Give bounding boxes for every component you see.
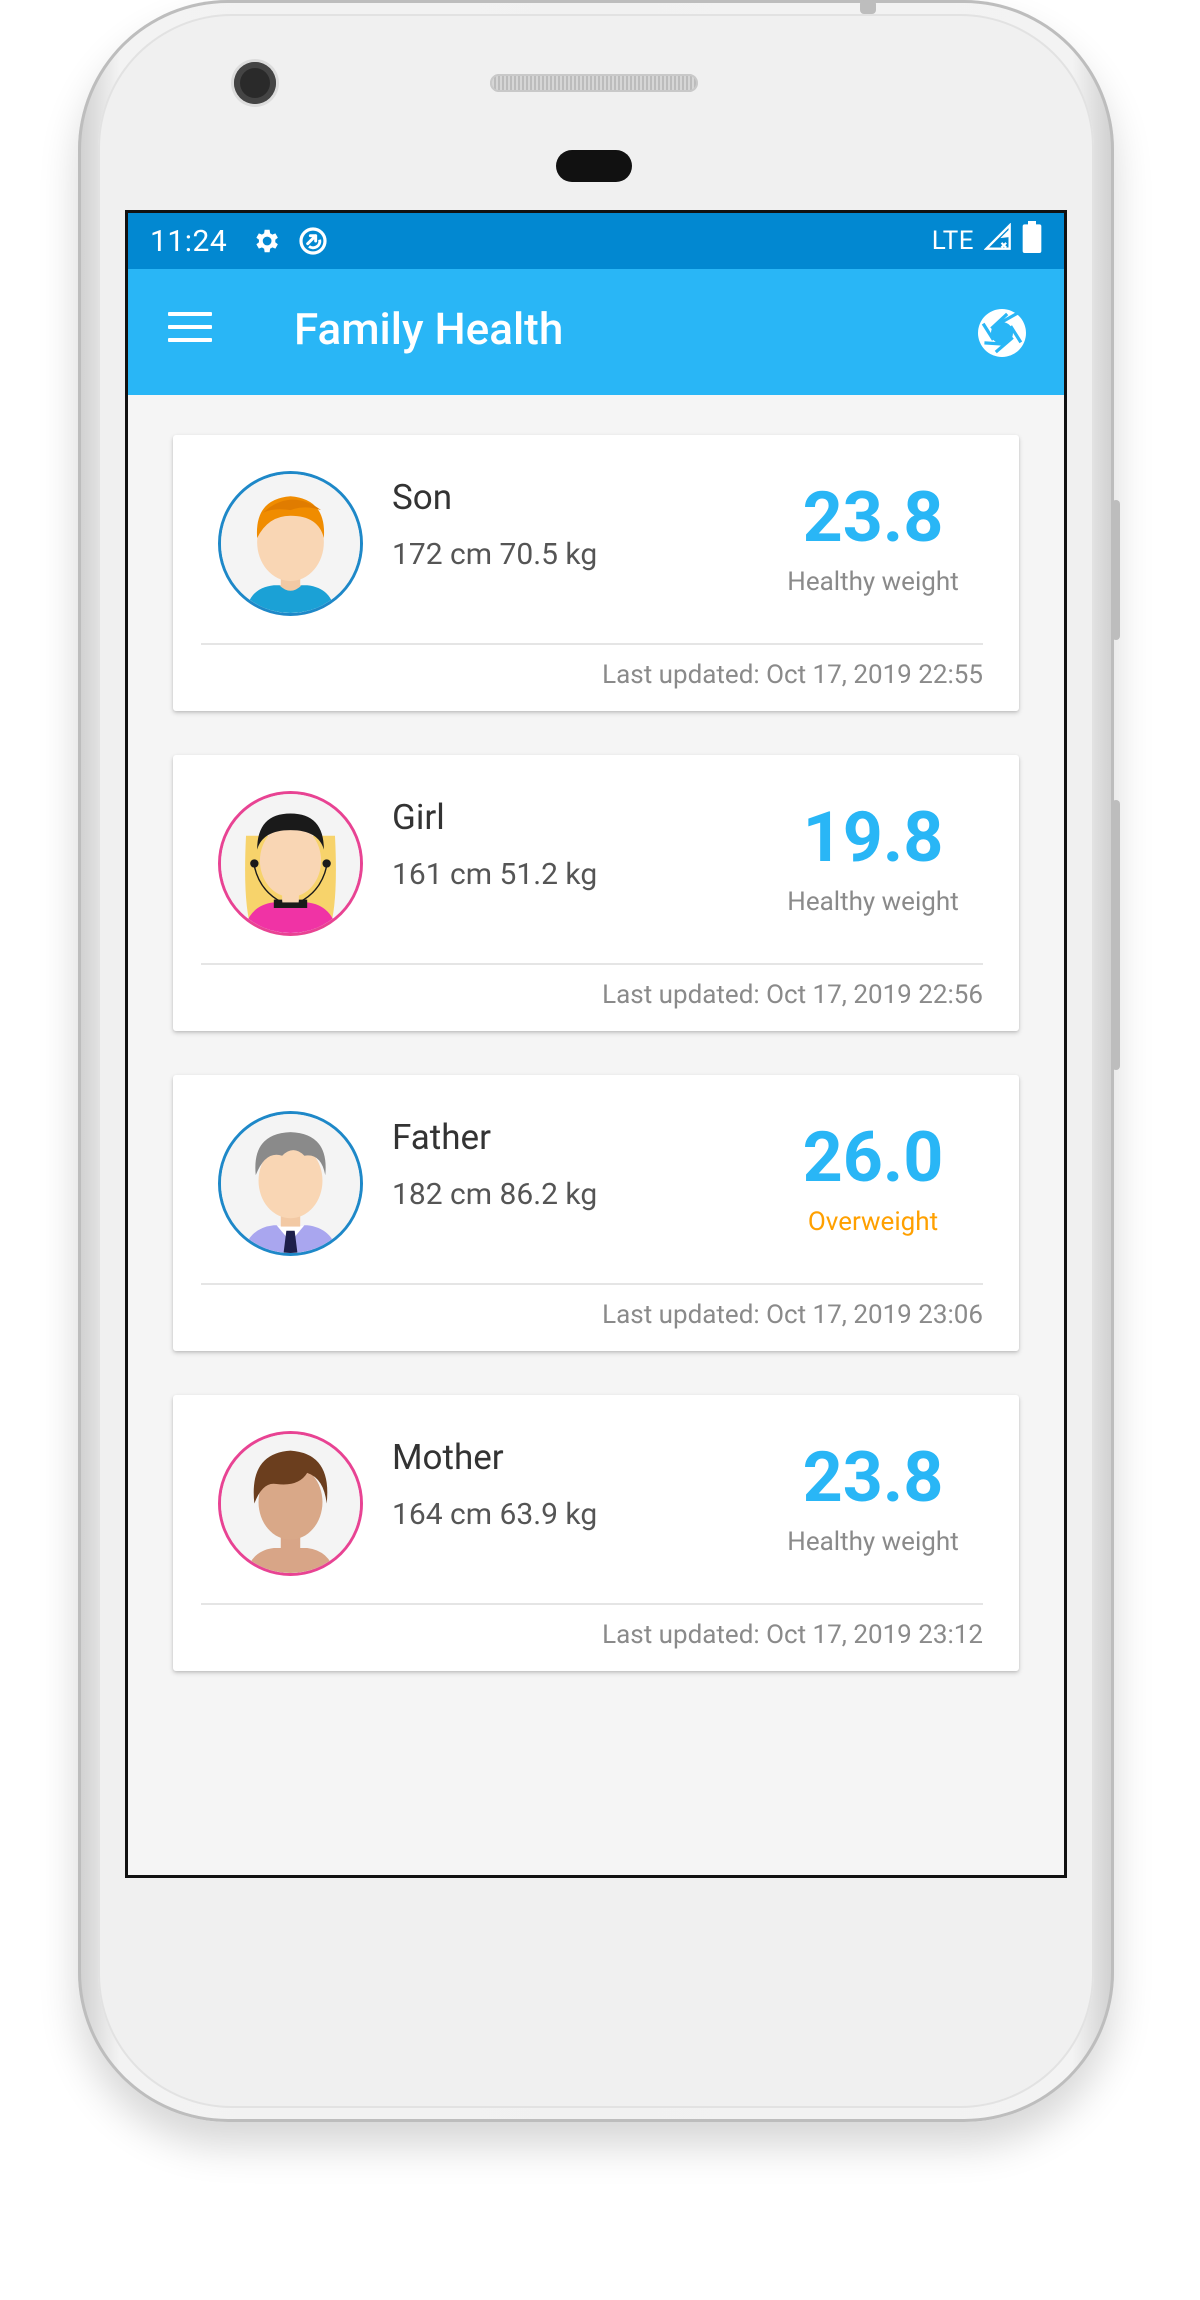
status-time: 11:24 — [150, 223, 228, 259]
last-updated: Last updated: Oct 17, 2019 22:55 — [602, 660, 983, 690]
member-stats: 172 cm 70.5 kg — [392, 537, 598, 572]
bmi-block: 23.8 Healthy weight — [763, 1443, 983, 1557]
weight-status: Healthy weight — [787, 887, 959, 917]
network-type: LTE — [931, 226, 974, 256]
last-updated: Last updated: Oct 17, 2019 23:06 — [602, 1300, 983, 1330]
camera-shutter-icon — [978, 309, 1026, 357]
battery-icon — [1022, 221, 1042, 261]
member-stats: 182 cm 86.2 kg — [392, 1177, 598, 1212]
proximity-sensor — [556, 150, 632, 182]
page-title: Family Health — [294, 303, 564, 355]
bmi-block: 19.8 Healthy weight — [763, 803, 983, 917]
divider — [201, 643, 983, 645]
divider — [201, 1283, 983, 1285]
bmi-block: 26.0 Overweight — [763, 1123, 983, 1237]
bmi-value: 26.0 — [802, 1117, 944, 1199]
member-list: Son 172 cm 70.5 kg 23.8 Healthy weight L… — [128, 395, 1064, 1671]
avatar-father — [218, 1111, 363, 1256]
member-card-girl[interactable]: Girl 161 cm 51.2 kg 19.8 Healthy weight … — [173, 755, 1019, 1031]
member-stats: 164 cm 63.9 kg — [392, 1497, 598, 1532]
member-card-son[interactable]: Son 172 cm 70.5 kg 23.8 Healthy weight L… — [173, 435, 1019, 711]
bmi-value: 19.8 — [802, 797, 944, 879]
menu-icon — [168, 312, 212, 342]
menu-button[interactable] — [168, 312, 212, 352]
bmi-block: 23.8 Healthy weight — [763, 483, 983, 597]
divider — [201, 963, 983, 965]
front-camera — [234, 62, 276, 104]
earpiece-speaker — [490, 74, 698, 92]
sync-icon — [297, 225, 329, 257]
bmi-value: 23.8 — [802, 1437, 944, 1519]
member-card-father[interactable]: Father 182 cm 86.2 kg 26.0 Overweight La… — [173, 1075, 1019, 1351]
volume-button — [1112, 500, 1120, 640]
signal-icon — [983, 222, 1012, 259]
member-name: Son — [392, 477, 453, 518]
gear-icon — [251, 226, 281, 256]
app-bar: Family Health — [128, 269, 1064, 395]
status-bar: 11:24 LTE — [128, 213, 1064, 269]
avatar-mother — [218, 1431, 363, 1576]
member-name: Father — [392, 1117, 491, 1158]
phone-screen: 11:24 LTE Family Health Son 172 cm 70.5 … — [125, 210, 1067, 1878]
last-updated: Last updated: Oct 17, 2019 22:56 — [602, 980, 983, 1010]
bmi-value: 23.8 — [802, 477, 944, 559]
member-name: Girl — [392, 797, 445, 838]
divider — [201, 1603, 983, 1605]
avatar-son — [218, 471, 363, 616]
weight-status: Overweight — [807, 1207, 939, 1237]
avatar-girl — [218, 791, 363, 936]
weight-status: Healthy weight — [787, 567, 959, 597]
weight-status: Healthy weight — [787, 1527, 959, 1557]
last-updated: Last updated: Oct 17, 2019 23:12 — [602, 1620, 983, 1650]
member-card-mother[interactable]: Mother 164 cm 63.9 kg 23.8 Healthy weigh… — [173, 1395, 1019, 1671]
camera-button[interactable] — [976, 307, 1028, 359]
member-name: Mother — [392, 1437, 504, 1478]
power-button — [1112, 800, 1120, 1070]
top-button — [860, 0, 876, 14]
member-stats: 161 cm 51.2 kg — [392, 857, 598, 892]
